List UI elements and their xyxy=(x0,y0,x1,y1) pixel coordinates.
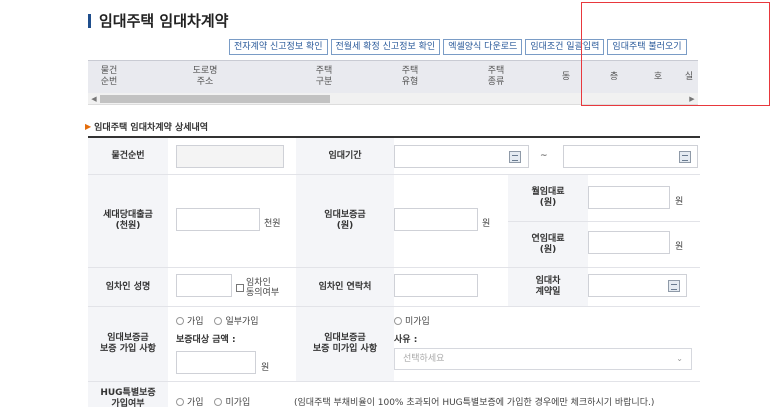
page-title: 임대주택 임대차계약 xyxy=(88,10,228,31)
household-loan-input[interactable] xyxy=(176,208,260,231)
radio-join-label: 가입 xyxy=(187,317,204,327)
deposit-label: 임대보증금 (원) xyxy=(296,175,394,267)
tenant-consent-label: 임차인 동의여부 xyxy=(246,278,280,298)
deposit-input[interactable] xyxy=(394,208,478,231)
radio-icon[interactable] xyxy=(394,317,402,325)
radio-hug-join-label: 가입 xyxy=(187,398,204,407)
reason-select[interactable]: 선택하세요 ⌄ xyxy=(394,348,692,370)
radio-hug-join[interactable]: 가입 xyxy=(176,398,204,407)
rent-period-label: 임대기간 xyxy=(296,138,394,174)
column-header-road-address: 도로명 주소 xyxy=(192,66,218,87)
e-contract-info-button[interactable]: 전자계약 신고정보 확인 xyxy=(229,39,328,55)
chevron-down-icon: ⌄ xyxy=(676,354,683,363)
insurance-join-label: 임대보증금 보증 가입 사항 xyxy=(88,307,168,381)
hug-note: (임대주택 부채비율이 100% 초과되어 HUG특별보증에 가입한 경우에만 … xyxy=(294,398,655,407)
column-header-item-no: 물건 순번 xyxy=(100,66,118,87)
tenant-name-input[interactable] xyxy=(176,274,232,297)
tenant-contact-label: 임차인 연락처 xyxy=(296,268,394,306)
row-divider xyxy=(88,267,700,268)
scroll-left-arrow-icon[interactable]: ◀ xyxy=(88,93,100,105)
household-loan-label: 세대당대출금 (천원) xyxy=(88,175,168,267)
column-header-building: 동 xyxy=(561,71,571,82)
radio-hug-nonjoin[interactable]: 미가입 xyxy=(214,398,250,407)
tenant-name-label: 임차인 성명 xyxy=(88,268,168,306)
rent-end-date-input[interactable] xyxy=(563,145,698,168)
column-header-unit: 호 xyxy=(653,71,663,82)
tenant-contact-input[interactable] xyxy=(394,274,478,297)
horizontal-scrollbar[interactable]: ◀ ▶ xyxy=(88,93,698,105)
hug-radio-group: 가입 미가입 xyxy=(176,395,250,407)
insured-amount-input[interactable] xyxy=(176,351,256,374)
lease-confirm-info-button[interactable]: 전월세 확정 신고정보 확인 xyxy=(330,39,441,55)
unit-won: 원 xyxy=(482,219,491,229)
column-header-house-category: 주택 구분 xyxy=(315,66,333,87)
item-no-label: 물건순번 xyxy=(88,138,168,174)
period-tilde: ~ xyxy=(540,151,548,161)
unit-won: 원 xyxy=(675,197,684,207)
radio-join[interactable]: 가입 xyxy=(176,317,204,327)
insurance-join-radio-group: 가입 일부가입 xyxy=(176,314,259,327)
insured-amount-label: 보증대상 금액 : xyxy=(176,335,236,345)
radio-hug-nonjoin-label: 미가입 xyxy=(225,398,251,407)
house-list-table-header: 물건 순번 도로명 주소 주택 구분 주택 유형 주택 종류 동 층 호 실 xyxy=(88,60,698,93)
calendar-icon[interactable] xyxy=(679,151,691,163)
monthly-rent-label: 월임대료 (원) xyxy=(508,175,588,221)
contract-detail-form: 물건순번 임대기간 ~ 세대당대출금 (천원) 천원 임대보증금 (원) 원 월… xyxy=(88,136,700,407)
bulk-input-button[interactable]: 임대조건 일괄입력 xyxy=(525,39,605,55)
radio-icon[interactable] xyxy=(176,398,184,406)
calendar-icon[interactable] xyxy=(668,280,680,292)
row-divider xyxy=(88,174,700,175)
row-divider xyxy=(88,381,700,382)
unit-won: 원 xyxy=(675,242,684,252)
excel-download-button[interactable]: 엑셀양식 다운로드 xyxy=(443,39,523,55)
yearly-rent-input[interactable] xyxy=(588,231,670,254)
scrollbar-thumb[interactable] xyxy=(100,95,330,103)
radio-icon[interactable] xyxy=(214,317,223,325)
page-title-text: 임대주택 임대차계약 xyxy=(99,12,229,30)
reason-label: 사유 : xyxy=(394,335,418,345)
radio-partial-join-label: 일부가입 xyxy=(225,317,259,327)
load-house-button[interactable]: 임대주택 불러오기 xyxy=(607,39,687,55)
yearly-rent-label: 연임대료 (원) xyxy=(508,222,588,267)
radio-icon[interactable] xyxy=(214,398,223,406)
triangle-bullet-icon: ▶ xyxy=(85,122,92,131)
hug-label: HUG특별보증 가입여부 xyxy=(88,382,168,407)
column-header-house-kind: 주택 종류 xyxy=(487,66,505,87)
section-title-text: 임대주택 임대차계약 상세내역 xyxy=(94,123,209,133)
tenant-consent-checkbox[interactable]: 임차인 동의여부 xyxy=(236,278,296,298)
reason-select-placeholder: 선택하세요 xyxy=(403,354,445,364)
unit-won: 원 xyxy=(261,363,270,373)
radio-partial-join[interactable]: 일부가입 xyxy=(214,317,259,327)
title-bar-accent xyxy=(88,13,91,28)
item-no-field xyxy=(176,145,284,168)
radio-nonjoin[interactable]: 미가입 xyxy=(394,314,430,327)
column-header-house-type: 주택 유형 xyxy=(401,66,419,87)
consent-checkbox-icon[interactable] xyxy=(236,284,244,292)
radio-nonjoin-label: 미가입 xyxy=(405,317,430,327)
scroll-right-arrow-icon[interactable]: ▶ xyxy=(686,93,698,105)
action-button-row: 전자계약 신고정보 확인 전월세 확정 신고정보 확인 엑셀양식 다운로드 임대… xyxy=(229,39,687,55)
monthly-rent-input[interactable] xyxy=(588,186,670,209)
column-header-room: 실 xyxy=(684,71,694,82)
section-title: ▶ 임대주택 임대차계약 상세내역 xyxy=(85,120,208,133)
calendar-icon[interactable] xyxy=(509,151,521,163)
column-header-floor: 층 xyxy=(609,71,619,82)
row-divider xyxy=(88,306,700,307)
radio-icon[interactable] xyxy=(176,317,184,325)
unit-thousand-won: 천원 xyxy=(264,219,281,229)
insurance-nonjoin-label: 임대보증금 보증 미가입 사항 xyxy=(296,307,394,381)
contract-date-label: 임대차 계약일 xyxy=(508,268,588,306)
